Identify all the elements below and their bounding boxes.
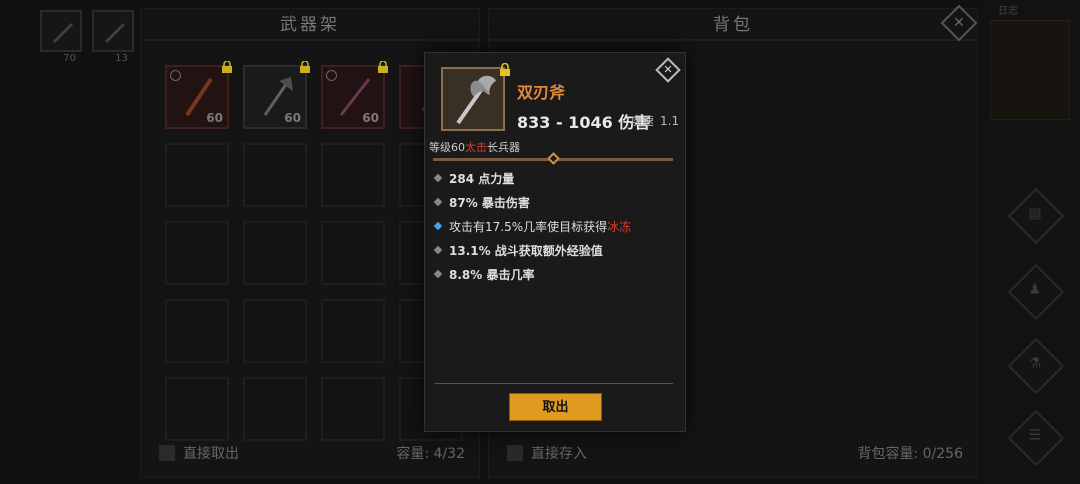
- stat-line: 87% 暴击伤害: [433, 195, 631, 219]
- rack-slot-empty[interactable]: [321, 221, 385, 285]
- scroll-icon: ▤: [1028, 205, 1042, 222]
- lock-icon: [300, 61, 310, 73]
- rack-slot-empty[interactable]: [321, 377, 385, 441]
- bullet-icon: [433, 245, 443, 255]
- rack-slot-empty[interactable]: [165, 299, 229, 363]
- item-icon-frame: [441, 67, 505, 131]
- item-category: 长兵器: [487, 141, 520, 154]
- weapon-rack-title: 武器架: [141, 9, 479, 41]
- attack-speed-label: 攻速: [630, 114, 655, 128]
- direct-store-checkbox[interactable]: [507, 445, 523, 461]
- stat-line: 284 点力量: [433, 171, 631, 195]
- attack-speed: 攻速 1.1: [630, 112, 679, 129]
- freeze-effect: 冰冻: [607, 220, 632, 234]
- blade-icon: [104, 22, 126, 44]
- item-stats: 284 点力量 87% 暴击伤害 攻击有17.5%几率使目标获得冰冻 13.1%…: [433, 171, 632, 291]
- ornate-divider: [433, 152, 673, 165]
- attack-speed-value: 1.1: [660, 114, 680, 128]
- rack-slot-empty[interactable]: [165, 377, 229, 441]
- rack-slot[interactable]: 60: [321, 61, 388, 129]
- equipped-weapons: 70 13: [40, 10, 134, 64]
- stat-line: 13.1% 战斗获取额外经验值: [433, 243, 631, 267]
- side-menu-label: 日志: [998, 6, 1018, 17]
- yinyang-icon: [326, 70, 337, 81]
- equipped-slot-count: 70: [63, 53, 76, 64]
- modal-divider: [435, 383, 673, 384]
- close-modal-button[interactable]: ✕: [655, 57, 681, 83]
- list-icon: ☰: [1028, 427, 1042, 444]
- direct-take-checkbox[interactable]: [159, 445, 175, 461]
- sword-icon: [52, 22, 74, 44]
- slot-level: 60: [362, 111, 379, 125]
- rack-slot-empty[interactable]: [165, 221, 229, 285]
- direct-take-label: 直接取出: [183, 446, 239, 462]
- stat-line-special: 攻击有17.5%几率使目标获得冰冻: [433, 219, 632, 243]
- close-icon: ✕: [663, 63, 673, 76]
- lock-icon: [222, 61, 232, 73]
- rack-slot-empty[interactable]: [243, 143, 307, 207]
- rack-slot-empty[interactable]: [243, 299, 307, 363]
- close-icon: ✕: [953, 15, 965, 31]
- side-menu: 日志 ▤ ♟ ⚗ ☰: [980, 0, 1080, 484]
- backpack-footer: 直接存入 背包容量: 0/256: [489, 443, 977, 463]
- side-list-button[interactable]: ☰: [1007, 409, 1065, 467]
- take-out-button[interactable]: 取出: [509, 393, 602, 421]
- minimap[interactable]: [990, 20, 1070, 120]
- direct-store-label: 直接存入: [531, 446, 587, 462]
- side-scroll-button[interactable]: ▤: [1007, 187, 1065, 245]
- rack-slot-empty[interactable]: [321, 299, 385, 363]
- backpack-capacity: 背包容量: 0/256: [857, 446, 963, 462]
- lock-icon: [378, 61, 388, 73]
- equipped-slot-count: 13: [115, 53, 128, 64]
- item-quality: 太击: [465, 141, 487, 154]
- side-potion-button[interactable]: ⚗: [1007, 337, 1065, 395]
- stat-line: 8.8% 暴击几率: [433, 267, 631, 291]
- rack-slot-empty[interactable]: [243, 377, 307, 441]
- potion-icon: ⚗: [1028, 355, 1042, 372]
- item-level-line: 等级60太击长兵器: [429, 139, 520, 155]
- item-name: 双刃斧: [517, 83, 566, 102]
- backpack-title: 背包: [489, 9, 977, 41]
- item-level: 等级60: [429, 141, 465, 154]
- person-icon: ♟: [1028, 281, 1042, 298]
- equipped-slot-2[interactable]: 13: [92, 10, 134, 64]
- weapon-rack-footer: 直接取出 容量: 4/32: [141, 443, 479, 463]
- double-axe-icon: [456, 75, 496, 125]
- weapon-rack-grid: 60 60 60: [165, 61, 463, 441]
- rack-slot-empty[interactable]: [165, 143, 229, 207]
- lock-icon: [500, 63, 510, 76]
- rack-slot[interactable]: 60: [165, 61, 232, 129]
- equipped-slot-1[interactable]: 70: [40, 10, 82, 64]
- bullet-icon: [433, 197, 443, 207]
- diamond-ornament: [547, 152, 560, 165]
- rack-slot-empty[interactable]: [321, 143, 385, 207]
- slot-level: 60: [284, 111, 301, 125]
- side-character-button[interactable]: ♟: [1007, 263, 1065, 321]
- bullet-icon: [433, 173, 443, 183]
- bullet-icon: [433, 269, 443, 279]
- rack-slot[interactable]: 60: [243, 61, 310, 129]
- bullet-icon: [433, 221, 443, 231]
- slot-level: 60: [206, 111, 223, 125]
- item-detail-modal: 双刃斧 833 - 1046 伤害 攻速 1.1 ✕ 等级60太击长兵器 284 …: [424, 52, 686, 432]
- yinyang-icon: [170, 70, 181, 81]
- rack-slot-empty[interactable]: [243, 221, 307, 285]
- rack-capacity: 容量: 4/32: [396, 446, 465, 462]
